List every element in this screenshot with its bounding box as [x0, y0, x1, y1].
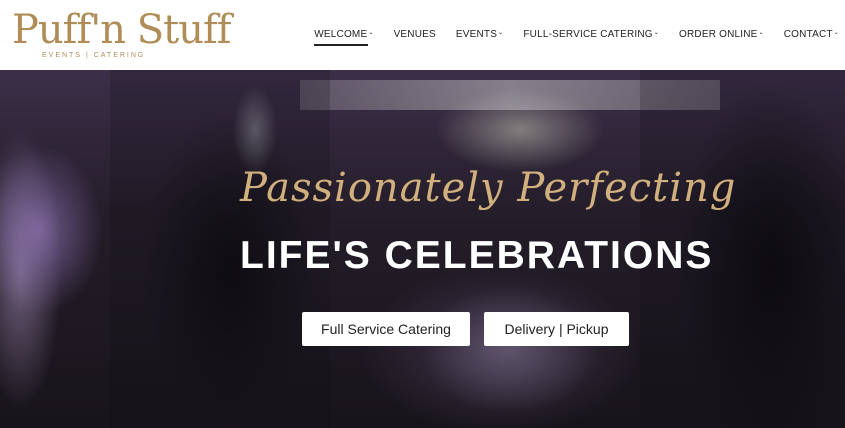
nav-order-online-label: ORDER ONLINE [679, 28, 758, 40]
hero-script-tagline: Passionately Perfecting [240, 165, 737, 211]
logo-wordmark: Puff'n Stuff [12, 7, 232, 53]
puff-n-stuff-logo[interactable]: Puff'n Stuff EVENTS | CATERING [12, 4, 232, 64]
delivery-pickup-button[interactable]: Delivery | Pickup [484, 312, 629, 346]
nav-events-label: EVENTS [455, 28, 498, 40]
chevron-down-icon: ⌄ [653, 29, 659, 36]
nav-venues-label: VENUES [393, 28, 436, 40]
full-service-catering-button[interactable]: Full Service Catering [302, 312, 470, 346]
main-nav: WELCOME ⌄ VENUES EVENTS ⌄ FULL-SERVICE C… [314, 24, 839, 46]
nav-contact-label: CONTACT [783, 28, 833, 40]
nav-full-service-catering[interactable]: FULL-SERVICE CATERING ⌄ [523, 29, 659, 40]
chevron-down-icon: ⌄ [498, 29, 504, 36]
nav-events[interactable]: EVENTS ⌄ [456, 29, 503, 40]
chevron-down-icon: ⌄ [833, 29, 839, 36]
nav-contact[interactable]: CONTACT ⌄ [784, 29, 839, 40]
site-header: Puff'n Stuff EVENTS | CATERING WELCOME ⌄… [0, 0, 845, 70]
nav-full-service-catering-label: FULL-SERVICE CATERING [523, 28, 653, 40]
hero-headline: LIFE'S CELEBRATIONS [240, 234, 714, 277]
hero-section: Passionately Perfecting LIFE'S CELEBRATI… [0, 70, 845, 428]
nav-order-online[interactable]: ORDER ONLINE ⌄ [679, 29, 764, 40]
nav-welcome[interactable]: WELCOME ⌄ [314, 28, 374, 46]
chevron-down-icon: ⌄ [368, 29, 374, 36]
chevron-down-icon: ⌄ [758, 29, 764, 36]
nav-venues[interactable]: VENUES [394, 29, 436, 40]
logo-tagline: EVENTS | CATERING [42, 52, 146, 59]
nav-welcome-label: WELCOME [314, 28, 368, 40]
